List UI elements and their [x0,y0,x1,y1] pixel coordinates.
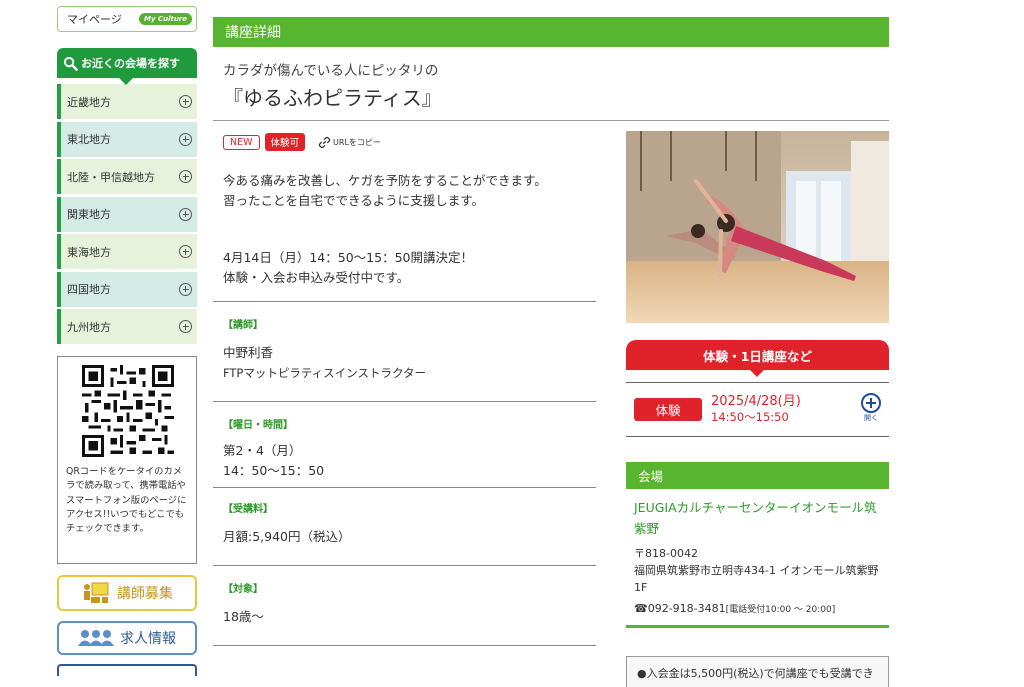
announcement-line: 4月14日（月）14：50～15：50開講決定！ [223,250,473,265]
trial-pill: 体験 [634,398,702,421]
main-content: 講座詳細 カラダが傷んでいる人にピッタリの 『ゆるふわピラティス』 NEW 体験… [213,17,889,687]
url-copy-label: URLをコピー [333,137,381,147]
region-item-tohoku[interactable]: 東北地方 [57,121,197,157]
schedule-days: 第2・4（月） [223,443,302,458]
trial-section-header: 体験・1日講座など [626,340,889,377]
region-label: 関東地方 [67,208,111,221]
trial-time: 14:50～15:50 [711,410,789,424]
venue-header: 会場 [626,462,889,489]
fee-block: 【受講料】 月額:5,940円（税込） [213,488,596,566]
announcement-line: 体験・入会お申込み受付中です。 [223,270,410,285]
venue-postal: 〒818-0042 [634,547,698,560]
badge-row: NEW 体験可 URLをコピー [213,131,596,151]
target-value: 18歳～ [223,609,264,624]
course-subtitle: カラダが傷んでいる人にピッタリの [223,63,439,79]
find-venue-label: お近くの会場を探す [81,57,180,70]
target-block: 【対象】 18歳～ [213,566,596,646]
link-icon [318,136,331,148]
description-line: 今ある痛みを改善し、ケガを予防をすることができます。 [223,173,547,188]
fee-label: 【受講料】 [223,504,273,515]
region-item-shikoku[interactable]: 四国地方 [57,271,197,307]
course-photo [626,131,889,323]
instructor-board-icon [84,582,109,603]
region-item-kanto[interactable]: 関東地方 [57,196,197,232]
myculture-badge: My Culture [138,13,192,25]
venue-phone-hours: [電話受付10:00 ～ 20:00] [725,605,836,615]
mypage-label: マイページ [67,13,122,26]
description-line: 習ったことを自宅でできるように支援します。 [223,193,485,208]
region-item-tokai[interactable]: 東海地方 [57,234,197,269]
course-title: 『ゆるふわピラティス』 [213,82,889,121]
open-button[interactable]: 開く [861,393,881,423]
trial-badge: 体験可 [264,133,306,151]
region-label: 近畿地方 [67,95,111,109]
venue-name-link[interactable]: JEUGIAカルチャーセンターイオンモール筑紫野 [634,497,881,539]
open-label: 開く [864,414,878,422]
trial-session-row: 体験 2025/4/28(月) 14:50～15:50 開く [626,382,889,437]
target-label: 【対象】 [223,584,263,595]
region-label: 東北地方 [67,133,111,146]
mypage-link[interactable]: マイページ My Culture [57,6,197,32]
expand-plus-icon [179,95,192,108]
enrollment-notice: ●入会金は5,500円(税込)で何講座でも受講できます。同じ一名講座受講者の登録… [626,656,889,687]
venue-address: 福岡県筑紫野市立明寺434-1 イオンモール筑紫野1F [634,564,879,594]
course-description: 今ある痛みを改善し、ケガを予防をすることができます。 習ったことを自宅でできるよ… [213,171,596,211]
venue-phone-number[interactable]: ☎092-918-3481 [634,602,726,615]
fee-value: 月額:5,940円（税込） [223,529,351,544]
region-label: 四国地方 [67,283,111,296]
schedule-block: 【曜日・時間】 第2・4（月） 14：50～15：50 [213,402,596,488]
region-item-kinki[interactable]: 近畿地方 [57,84,197,119]
find-venue-button[interactable]: お近くの会場を探す [57,48,197,85]
instructor-name: 中野利香 [223,345,274,360]
region-label: 東海地方 [67,245,111,259]
plus-circle-icon [861,393,881,413]
expand-plus-icon [179,170,192,183]
url-copy-link[interactable]: URLをコピー [318,136,381,149]
expand-plus-icon [179,282,192,296]
schedule-time: 14：50～15：50 [223,463,325,478]
schedule-label: 【曜日・時間】 [223,420,293,431]
sidebar: マイページ My Culture お近くの会場を探す 近畿地方 東北地方 北陸・… [57,6,197,676]
region-item-hokuriku[interactable]: 北陸・甲信越地方 [57,159,197,194]
partial-banner[interactable] [57,664,197,676]
region-item-kyushu[interactable]: 九州地方 [57,309,197,344]
qr-code-image [82,365,174,457]
expand-plus-icon [179,320,192,333]
region-list: 近畿地方 東北地方 北陸・甲信越地方 関東地方 東海地方 四国地方 九州地方 [57,84,197,344]
search-icon [63,56,78,71]
region-label: 九州地方 [67,320,111,334]
region-label: 北陸・甲信越地方 [67,170,155,184]
instructor-recruit-banner[interactable]: 講師募集 [57,575,197,611]
trial-info: 2025/4/28(月) 14:50～15:50 [711,394,801,425]
venue-phone: ☎092-918-3481[電話受付10:00 ～ 20:00] [634,602,881,615]
course-sidebar: 体験・1日講座など 体験 2025/4/28(月) 14:50～15:50 開く… [626,131,889,687]
qr-description: QRコードをケータイのカメラで読み取って、携帯電話やスマートフォン版のページにア… [66,466,187,535]
course-announcement: 4月14日（月）14：50～15：50開講決定！ 体験・入会お申込み受付中です。 [213,248,596,302]
new-badge: NEW [223,134,260,150]
people-icon [78,630,114,646]
venue-info: JEUGIAカルチャーセンターイオンモール筑紫野 〒818-0042 福岡県筑紫… [626,489,889,628]
trial-date: 2025/4/28(月) [711,394,801,409]
job-info-label: 求人情報 [120,631,176,647]
instructor-block: 【講師】 中野利香 FTPマットピラティスインストラクター [213,302,596,402]
expand-plus-icon [179,245,192,258]
section-header: 講座詳細 [213,17,889,47]
qr-code-box: QRコードをケータイのカメラで読み取って、携帯電話やスマートフォン版のページにア… [57,356,197,564]
course-details: NEW 体験可 URLをコピー 今ある痛みを改善し、ケガを予防をすることができま… [213,131,596,646]
instructor-title: FTPマットピラティスインストラクター [223,366,426,380]
job-info-banner[interactable]: 求人情報 [57,621,197,655]
instructor-recruit-label: 講師募集 [117,586,173,602]
instructor-label: 【講師】 [223,320,263,331]
expand-plus-icon [179,132,192,146]
expand-plus-icon [179,207,192,221]
